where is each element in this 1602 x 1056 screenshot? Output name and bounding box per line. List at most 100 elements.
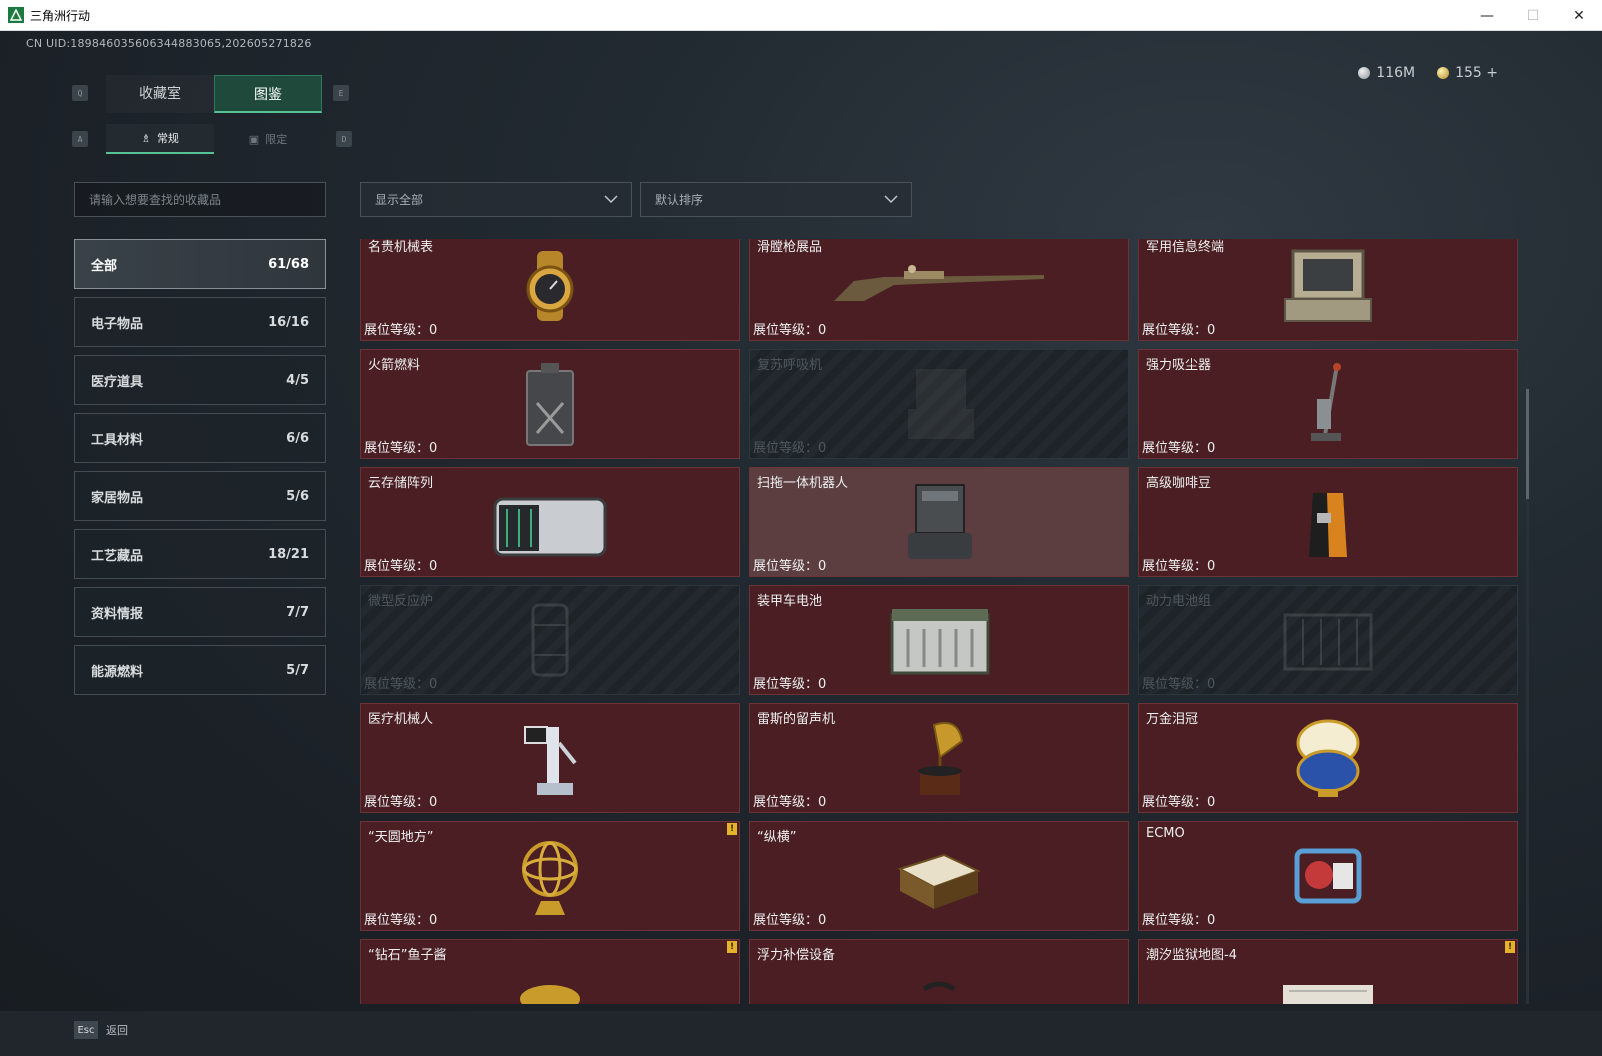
card-level: 展位等级：0 xyxy=(753,559,827,574)
app-logo-icon xyxy=(8,7,24,23)
search-input[interactable]: 请输入想要查找的收藏品 xyxy=(74,182,326,217)
card-level: 展位等级：0 xyxy=(1142,795,1216,810)
card-name: 万金泪冠 xyxy=(1146,712,1199,727)
regular-icon: ♗ xyxy=(141,131,151,145)
collection-card[interactable]: 军用信息终端 展位等级：0 xyxy=(1138,239,1518,341)
card-name: ECMO xyxy=(1146,826,1185,841)
collection-card[interactable]: 复苏呼吸机 展位等级：0 xyxy=(749,349,1129,459)
map-icon xyxy=(1263,949,1393,1004)
sub-tabs: ♗ 常规 ▣ 限定 xyxy=(106,124,322,154)
sort-dropdown[interactable]: 默认排序 xyxy=(640,182,912,217)
subtab-limited[interactable]: ▣ 限定 xyxy=(214,124,322,154)
category-electronics[interactable]: 电子物品 16/16 xyxy=(74,297,326,347)
mop-robot-icon xyxy=(874,477,1004,567)
card-level: 展位等级：0 xyxy=(364,323,438,338)
ecmo-icon xyxy=(1263,831,1393,921)
coffee-bag-icon xyxy=(1263,477,1393,567)
category-label: 工具材料 xyxy=(91,432,144,448)
collection-card[interactable]: 装甲车电池 展位等级：0 xyxy=(749,585,1129,695)
card-name: “纵横” xyxy=(757,830,797,845)
category-label: 电子物品 xyxy=(91,316,144,332)
card-name: 动力电池组 xyxy=(1146,594,1212,609)
collection-card[interactable]: 名贵机械表 展位等级：0 xyxy=(360,239,740,341)
game-area: CN UID:1898460356063448830​65,2026052718… xyxy=(0,31,1602,1056)
card-level: 展位等级：0 xyxy=(1142,913,1216,928)
card-level: 展位等级：0 xyxy=(364,795,438,810)
fuel-can-icon xyxy=(485,359,615,449)
warning-icon: ! xyxy=(1505,941,1515,953)
collection-card[interactable]: “纵横” 展位等级：0 xyxy=(749,821,1129,931)
collection-card[interactable]: 滑膛枪展品 展位等级：0 xyxy=(749,239,1129,341)
close-button[interactable]: ✕ xyxy=(1556,0,1602,31)
category-energy[interactable]: 能源燃料 5/7 xyxy=(74,645,326,695)
collection-card[interactable]: “天圆地方” ! 展位等级：0 xyxy=(360,821,740,931)
window-title: 三角洲行动 xyxy=(30,8,91,23)
card-name: 浮力补偿设备 xyxy=(757,948,836,963)
category-count: 5/6 xyxy=(286,488,309,504)
collection-card[interactable]: 高级咖啡豆 展位等级：0 xyxy=(1138,467,1518,577)
collection-card[interactable]: 火箭燃料 展位等级：0 xyxy=(360,349,740,459)
category-crafts[interactable]: 工艺藏品 18/21 xyxy=(74,529,326,579)
subtab-limited-label: 限定 xyxy=(265,133,288,146)
card-level: 展位等级：0 xyxy=(364,441,438,456)
back-button[interactable]: Esc 返回 xyxy=(74,1021,128,1039)
chevron-down-icon xyxy=(604,195,618,204)
collection-card[interactable]: 动力电池组 展位等级：0 xyxy=(1138,585,1518,695)
window-titlebar: 三角洲行动 — ☐ ✕ xyxy=(0,0,1602,31)
chevron-down-icon xyxy=(884,195,898,204)
silver-amount: 116M xyxy=(1376,65,1416,81)
subtab-regular[interactable]: ♗ 常规 xyxy=(106,124,214,154)
collection-card[interactable]: ECMO 展位等级：0 xyxy=(1138,821,1518,931)
collection-card[interactable]: 万金泪冠 展位等级：0 xyxy=(1138,703,1518,813)
card-name: “天圆地方” xyxy=(368,830,434,845)
player-uid: CN UID:1898460356063448830​65,2026052718… xyxy=(26,37,312,50)
jewel-egg-icon xyxy=(1263,713,1393,803)
battery-icon xyxy=(874,595,1004,685)
card-level: 展位等级：0 xyxy=(753,677,827,692)
collection-card[interactable]: 浮力补偿设备 xyxy=(749,939,1129,1004)
card-level: 展位等级：0 xyxy=(364,559,438,574)
minimize-button[interactable]: — xyxy=(1464,0,1510,31)
card-name: 强力吸尘器 xyxy=(1146,358,1212,373)
key-hint-e: E xyxy=(333,85,349,101)
card-name: 火箭燃料 xyxy=(368,358,421,373)
card-name: 潮汐监狱地图-4 xyxy=(1146,948,1237,963)
tab-collection-room[interactable]: 收藏室 xyxy=(106,75,214,113)
category-intel[interactable]: 资料情报 7/7 xyxy=(74,587,326,637)
collection-grid-viewport[interactable]: 名贵机械表 展位等级：0 滑膛枪展品 展位等级：0 军用信息终端 展位等级：0 … xyxy=(360,239,1520,1004)
ventilator-icon xyxy=(874,359,1004,449)
back-label: 返回 xyxy=(106,1024,128,1037)
gold-coin-icon xyxy=(1437,67,1450,79)
medical-robot-icon xyxy=(485,713,615,803)
collection-card[interactable]: 强力吸尘器 展位等级：0 xyxy=(1138,349,1518,459)
grid-scrollbar[interactable] xyxy=(1526,239,1529,1004)
category-household[interactable]: 家居物品 5/6 xyxy=(74,471,326,521)
card-level: 展位等级：0 xyxy=(753,441,827,456)
collection-card[interactable]: 医疗机械人 展位等级：0 xyxy=(360,703,740,813)
card-name: 军用信息终端 xyxy=(1146,240,1225,255)
filter-dropdown[interactable]: 显示全部 xyxy=(360,182,632,217)
category-tools[interactable]: 工具材料 6/6 xyxy=(74,413,326,463)
collection-card[interactable]: 云存储阵列 展位等级：0 xyxy=(360,467,740,577)
collection-grid: 名贵机械表 展位等级：0 滑膛枪展品 展位等级：0 军用信息终端 展位等级：0 … xyxy=(360,239,1518,1004)
collection-card[interactable]: “钻石”鱼子酱 ! xyxy=(360,939,740,1004)
scrollbar-thumb[interactable] xyxy=(1526,389,1529,499)
caviar-icon xyxy=(485,949,615,1004)
collection-card[interactable]: 潮汐监狱地图-4 ! xyxy=(1138,939,1518,1004)
category-all[interactable]: 全部 61/68 xyxy=(74,239,326,289)
card-name: 云存储阵列 xyxy=(368,476,434,491)
musket-icon xyxy=(824,241,1054,331)
tab-catalog[interactable]: 图鉴 xyxy=(214,75,322,113)
collection-card[interactable]: 扫拖一体机器人 展位等级：0 xyxy=(749,467,1129,577)
key-hint-a: A xyxy=(72,131,88,147)
collection-card[interactable]: 雷斯的留声机 展位等级：0 xyxy=(749,703,1129,813)
gold-currency[interactable]: 155 + xyxy=(1437,65,1498,81)
warning-icon: ! xyxy=(727,823,737,835)
maximize-button[interactable]: ☐ xyxy=(1510,0,1556,31)
warning-icon: ! xyxy=(727,941,737,953)
currency-bar: 116M 155 + xyxy=(1358,65,1498,81)
category-medical[interactable]: 医疗道具 4/5 xyxy=(74,355,326,405)
card-name: 装甲车电池 xyxy=(757,594,823,609)
category-label: 全部 xyxy=(91,258,118,274)
collection-card[interactable]: 微型反应炉 展位等级：0 xyxy=(360,585,740,695)
